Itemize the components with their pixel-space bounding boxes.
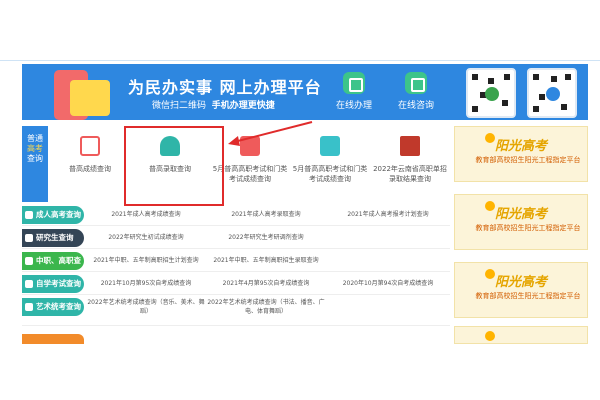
search-doc-icon: [80, 136, 100, 156]
row-link[interactable]: 2022年艺术统考成绩查询（书法、播音、广电、体育舞蹈）: [206, 296, 326, 326]
row-label-partial: [22, 334, 84, 344]
row-link[interactable]: 2021年成人高考报考计划查询: [326, 204, 450, 226]
tile-label: 普高成绩查询: [69, 165, 111, 173]
row-vocational: 中职、高职查询 2021年中职、五年制高职招生计划查询 2021年中职、五年制高…: [22, 250, 450, 283]
category-line3: 查询: [27, 154, 43, 163]
sun-icon: [485, 331, 495, 341]
promo-subtitle: 教育部高校招生阳光工程指定平台: [475, 156, 581, 164]
online-consult-label: 在线咨询: [397, 101, 434, 111]
promo-subtitle: 教育部高校招生阳光工程指定平台: [475, 292, 581, 300]
document-illustration: [70, 80, 110, 116]
tile-label: 5月普高高职考试和门类考试成绩查询: [292, 165, 368, 183]
sun-icon: [485, 269, 495, 279]
row-label[interactable]: 研究生查询: [22, 229, 84, 247]
row-link[interactable]: 2022年艺术统考成绩查询（音乐、美术、舞蹈）: [86, 296, 206, 326]
qr-code-2: [527, 68, 577, 118]
chat-icon: [405, 72, 427, 94]
letter-a-icon: [320, 136, 340, 156]
top-divider: [0, 60, 600, 61]
tile-score-query[interactable]: 普高成绩查询: [50, 126, 130, 202]
promo-card-2[interactable]: 阳光高考 教育部高校招生阳光工程指定平台: [454, 194, 588, 250]
category-line2: 高考: [27, 144, 43, 153]
row-link[interactable]: 2021年成人高考成绩查询: [86, 204, 206, 226]
tile-label: 2022年云南省高职单招录取结果查询: [373, 165, 447, 183]
row-link[interactable]: 2022年研究生考研调剂查询: [206, 227, 326, 249]
row-link[interactable]: 2020年10月第94次自考成绩查询: [326, 273, 450, 295]
row-link[interactable]: [326, 296, 450, 318]
row-link[interactable]: 2021年10月第95次自考成绩查询: [86, 273, 206, 295]
banner-title: 为民办实事 网上办理平台: [128, 78, 322, 97]
sun-icon: [485, 201, 495, 211]
row-link[interactable]: [326, 250, 450, 272]
online-consult-button[interactable]: 在线咨询: [386, 72, 446, 111]
tile-vocational-admission[interactable]: 2022年云南省高职单招录取结果查询: [370, 126, 450, 202]
highlight-box: [124, 126, 224, 206]
red-arrow-icon: [228, 121, 313, 146]
category-label: 普通 高考 查询: [22, 126, 48, 202]
qr-code-1: [466, 68, 516, 118]
row-self-study: 自学考试查询 2021年10月第95次自考成绩查询 2021年4月第95次自考成…: [22, 273, 450, 295]
building-icon: [400, 136, 420, 156]
promo-title: 阳光高考: [495, 207, 548, 222]
promo-subtitle: 教育部高校招生阳光工程指定平台: [475, 224, 581, 232]
banner-subtitle: 微信扫二维码 手机办理更快捷: [152, 98, 275, 111]
banner-subtitle-prefix: 微信扫二维码: [152, 101, 207, 111]
online-handle-label: 在线办理: [335, 101, 372, 111]
promo-title: 阳光高考: [495, 139, 548, 154]
promo-card-1[interactable]: 阳光高考 教育部高校招生阳光工程指定平台: [454, 126, 588, 182]
edit-icon: [343, 72, 365, 94]
row-link[interactable]: 2021年中职、五年制高职招生录取查询: [206, 250, 326, 272]
row-graduate: 研究生查询 2022年研究生初试成绩查询 2022年研究生考研调剂查询: [22, 227, 450, 249]
row-link[interactable]: 2021年中职、五年制高职招生计划查询: [86, 250, 206, 272]
row-label[interactable]: 成人高考查询: [22, 206, 84, 224]
promo-card-4[interactable]: [454, 326, 588, 344]
row-label[interactable]: 自学考试查询: [22, 275, 84, 293]
banner-subtitle-bold: 手机办理更快捷: [211, 101, 275, 111]
promo-title: 阳光高考: [495, 275, 548, 290]
row-link[interactable]: [326, 227, 450, 249]
promo-card-3[interactable]: 阳光高考 教育部高校招生阳光工程指定平台: [454, 262, 588, 318]
row-link[interactable]: 2021年成人高考录取查询: [206, 204, 326, 226]
main-frame: 为民办实事 网上办理平台 微信扫二维码 手机办理更快捷 在线办理 在线咨询 普通…: [22, 64, 588, 344]
banner: 为民办实事 网上办理平台 微信扫二维码 手机办理更快捷 在线办理 在线咨询: [22, 64, 588, 120]
row-link[interactable]: 2021年4月第95次自考成绩查询: [206, 273, 326, 295]
row-label[interactable]: 艺术统考查询: [22, 298, 84, 316]
row-label[interactable]: 中职、高职查询: [22, 252, 84, 283]
row-link[interactable]: 2022年研究生初试成绩查询: [86, 227, 206, 249]
row-adult-exam: 成人高考查询 2021年成人高考成绩查询 2021年成人高考录取查询 2021年…: [22, 204, 450, 226]
online-handle-button[interactable]: 在线办理: [324, 72, 384, 111]
row-art-exam: 艺术统考查询 2022年艺术统考成绩查询（音乐、美术、舞蹈） 2022年艺术统考…: [22, 296, 450, 326]
category-line1: 普通: [27, 134, 43, 143]
sun-icon: [485, 133, 495, 143]
